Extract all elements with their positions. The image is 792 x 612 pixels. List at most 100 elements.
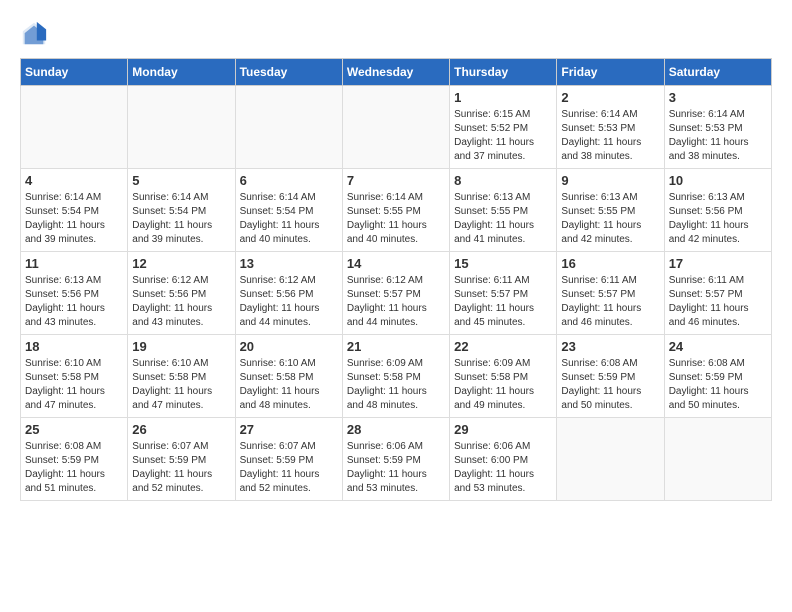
day-info: Sunrise: 6:14 AMSunset: 5:54 PMDaylight:… (25, 191, 123, 247)
day-info: Sunrise: 6:14 AMSunset: 5:54 PMDaylight:… (132, 191, 230, 247)
calendar-cell: 27 Sunrise: 6:07 AMSunset: 5:59 PMDayligh… (235, 418, 342, 501)
calendar-cell: 29 Sunrise: 6:06 AMSunset: 6:00 PMDayligh… (450, 418, 557, 501)
day-info: Sunrise: 6:06 AMSunset: 5:59 PMDaylight:… (347, 440, 445, 496)
day-info: Sunrise: 6:07 AMSunset: 5:59 PMDaylight:… (240, 440, 338, 496)
day-number: 18 (25, 339, 123, 354)
calendar-cell: 8Sunrise: 6:13 AMSunset: 5:55 PMDaylight… (450, 169, 557, 252)
col-header-sunday: Sunday (21, 59, 128, 86)
day-info: Sunrise: 6:11 AMSunset: 5:57 PMDaylight:… (454, 274, 552, 330)
col-header-tuesday: Tuesday (235, 59, 342, 86)
col-header-saturday: Saturday (664, 59, 771, 86)
calendar-cell (557, 418, 664, 501)
day-number: 22 (454, 339, 552, 354)
calendar-cell: 14 Sunrise: 6:12 AMSunset: 5:57 PMDayligh… (342, 252, 449, 335)
day-info: Sunrise: 6:08 AMSunset: 5:59 PMDaylight:… (25, 440, 123, 496)
day-info: Sunrise: 6:14 AMSunset: 5:53 PMDaylight:… (669, 108, 767, 164)
logo (20, 20, 52, 48)
calendar-cell: 10 Sunrise: 6:13 AMSunset: 5:56 PMDayligh… (664, 169, 771, 252)
calendar-cell: 15 Sunrise: 6:11 AMSunset: 5:57 PMDayligh… (450, 252, 557, 335)
day-number: 27 (240, 422, 338, 437)
col-header-friday: Friday (557, 59, 664, 86)
day-info: Sunrise: 6:10 AMSunset: 5:58 PMDaylight:… (25, 357, 123, 413)
day-number: 4 (25, 173, 123, 188)
day-number: 24 (669, 339, 767, 354)
day-number: 13 (240, 256, 338, 271)
calendar-table: SundayMondayTuesdayWednesdayThursdayFrid… (20, 58, 772, 501)
calendar-week-1: 1Sunrise: 6:15 AMSunset: 5:52 PMDaylight… (21, 86, 772, 169)
day-info: Sunrise: 6:08 AMSunset: 5:59 PMDaylight:… (669, 357, 767, 413)
day-number: 17 (669, 256, 767, 271)
day-info: Sunrise: 6:06 AMSunset: 6:00 PMDaylight:… (454, 440, 552, 496)
calendar-cell: 7 Sunrise: 6:14 AMSunset: 5:55 PMDaylight… (342, 169, 449, 252)
day-number: 5 (132, 173, 230, 188)
day-number: 14 (347, 256, 445, 271)
calendar-cell: 9 Sunrise: 6:13 AMSunset: 5:55 PMDaylight… (557, 169, 664, 252)
day-number: 20 (240, 339, 338, 354)
calendar-cell: 20 Sunrise: 6:10 AMSunset: 5:58 PMDayligh… (235, 335, 342, 418)
col-header-wednesday: Wednesday (342, 59, 449, 86)
day-number: 11 (25, 256, 123, 271)
day-number: 9 (561, 173, 659, 188)
logo-icon (20, 20, 48, 48)
day-info: Sunrise: 6:07 AMSunset: 5:59 PMDaylight:… (132, 440, 230, 496)
day-info: Sunrise: 6:12 AMSunset: 5:56 PMDaylight:… (132, 274, 230, 330)
day-info: Sunrise: 6:14 AMSunset: 5:54 PMDaylight:… (240, 191, 338, 247)
day-info: Sunrise: 6:13 AMSunset: 5:56 PMDaylight:… (669, 191, 767, 247)
day-info: Sunrise: 6:12 AMSunset: 5:56 PMDaylight:… (240, 274, 338, 330)
calendar-week-2: 4 Sunrise: 6:14 AMSunset: 5:54 PMDaylight… (21, 169, 772, 252)
day-info: Sunrise: 6:11 AMSunset: 5:57 PMDaylight:… (669, 274, 767, 330)
day-info: Sunrise: 6:09 AMSunset: 5:58 PMDaylight:… (454, 357, 552, 413)
calendar-cell: 19 Sunrise: 6:10 AMSunset: 5:58 PMDayligh… (128, 335, 235, 418)
calendar-cell: 6 Sunrise: 6:14 AMSunset: 5:54 PMDaylight… (235, 169, 342, 252)
day-number: 8 (454, 173, 552, 188)
day-number: 15 (454, 256, 552, 271)
calendar-cell: 18 Sunrise: 6:10 AMSunset: 5:58 PMDayligh… (21, 335, 128, 418)
day-info: Sunrise: 6:10 AMSunset: 5:58 PMDaylight:… (240, 357, 338, 413)
day-info: Sunrise: 6:13 AMSunset: 5:55 PMDaylight:… (561, 191, 659, 247)
day-number: 26 (132, 422, 230, 437)
calendar-week-5: 25 Sunrise: 6:08 AMSunset: 5:59 PMDayligh… (21, 418, 772, 501)
page-header (20, 20, 772, 48)
calendar-cell: 12 Sunrise: 6:12 AMSunset: 5:56 PMDayligh… (128, 252, 235, 335)
calendar-cell: 23Sunrise: 6:08 AMSunset: 5:59 PMDayligh… (557, 335, 664, 418)
calendar-cell: 28 Sunrise: 6:06 AMSunset: 5:59 PMDayligh… (342, 418, 449, 501)
day-info: Sunrise: 6:09 AMSunset: 5:58 PMDaylight:… (347, 357, 445, 413)
col-header-monday: Monday (128, 59, 235, 86)
day-info: Sunrise: 6:14 AMSunset: 5:55 PMDaylight:… (347, 191, 445, 247)
day-number: 7 (347, 173, 445, 188)
day-number: 12 (132, 256, 230, 271)
calendar-cell: 2 Sunrise: 6:14 AMSunset: 5:53 PMDaylight… (557, 86, 664, 169)
day-number: 28 (347, 422, 445, 437)
day-number: 25 (25, 422, 123, 437)
day-number: 16 (561, 256, 659, 271)
day-number: 23 (561, 339, 659, 354)
calendar-cell: 26 Sunrise: 6:07 AMSunset: 5:59 PMDayligh… (128, 418, 235, 501)
day-number: 29 (454, 422, 552, 437)
calendar-cell: 21Sunrise: 6:09 AMSunset: 5:58 PMDayligh… (342, 335, 449, 418)
day-info: Sunrise: 6:15 AMSunset: 5:52 PMDaylight:… (454, 108, 552, 164)
day-info: Sunrise: 6:13 AMSunset: 5:56 PMDaylight:… (25, 274, 123, 330)
calendar-header-row: SundayMondayTuesdayWednesdayThursdayFrid… (21, 59, 772, 86)
day-info: Sunrise: 6:11 AMSunset: 5:57 PMDaylight:… (561, 274, 659, 330)
calendar-cell: 25 Sunrise: 6:08 AMSunset: 5:59 PMDayligh… (21, 418, 128, 501)
day-number: 10 (669, 173, 767, 188)
calendar-cell: 17 Sunrise: 6:11 AMSunset: 5:57 PMDayligh… (664, 252, 771, 335)
calendar-cell: 24 Sunrise: 6:08 AMSunset: 5:59 PMDayligh… (664, 335, 771, 418)
day-number: 3 (669, 90, 767, 105)
day-info: Sunrise: 6:10 AMSunset: 5:58 PMDaylight:… (132, 357, 230, 413)
col-header-thursday: Thursday (450, 59, 557, 86)
calendar-cell: 5 Sunrise: 6:14 AMSunset: 5:54 PMDaylight… (128, 169, 235, 252)
calendar-cell: 4 Sunrise: 6:14 AMSunset: 5:54 PMDaylight… (21, 169, 128, 252)
day-number: 2 (561, 90, 659, 105)
day-number: 19 (132, 339, 230, 354)
day-number: 6 (240, 173, 338, 188)
calendar-cell: 1Sunrise: 6:15 AMSunset: 5:52 PMDaylight… (450, 86, 557, 169)
day-info: Sunrise: 6:14 AMSunset: 5:53 PMDaylight:… (561, 108, 659, 164)
calendar-cell: 11 Sunrise: 6:13 AMSunset: 5:56 PMDayligh… (21, 252, 128, 335)
calendar-cell (664, 418, 771, 501)
calendar-cell: 22 Sunrise: 6:09 AMSunset: 5:58 PMDayligh… (450, 335, 557, 418)
calendar-cell: 3 Sunrise: 6:14 AMSunset: 5:53 PMDaylight… (664, 86, 771, 169)
day-info: Sunrise: 6:12 AMSunset: 5:57 PMDaylight:… (347, 274, 445, 330)
calendar-week-4: 18 Sunrise: 6:10 AMSunset: 5:58 PMDayligh… (21, 335, 772, 418)
calendar-cell (21, 86, 128, 169)
